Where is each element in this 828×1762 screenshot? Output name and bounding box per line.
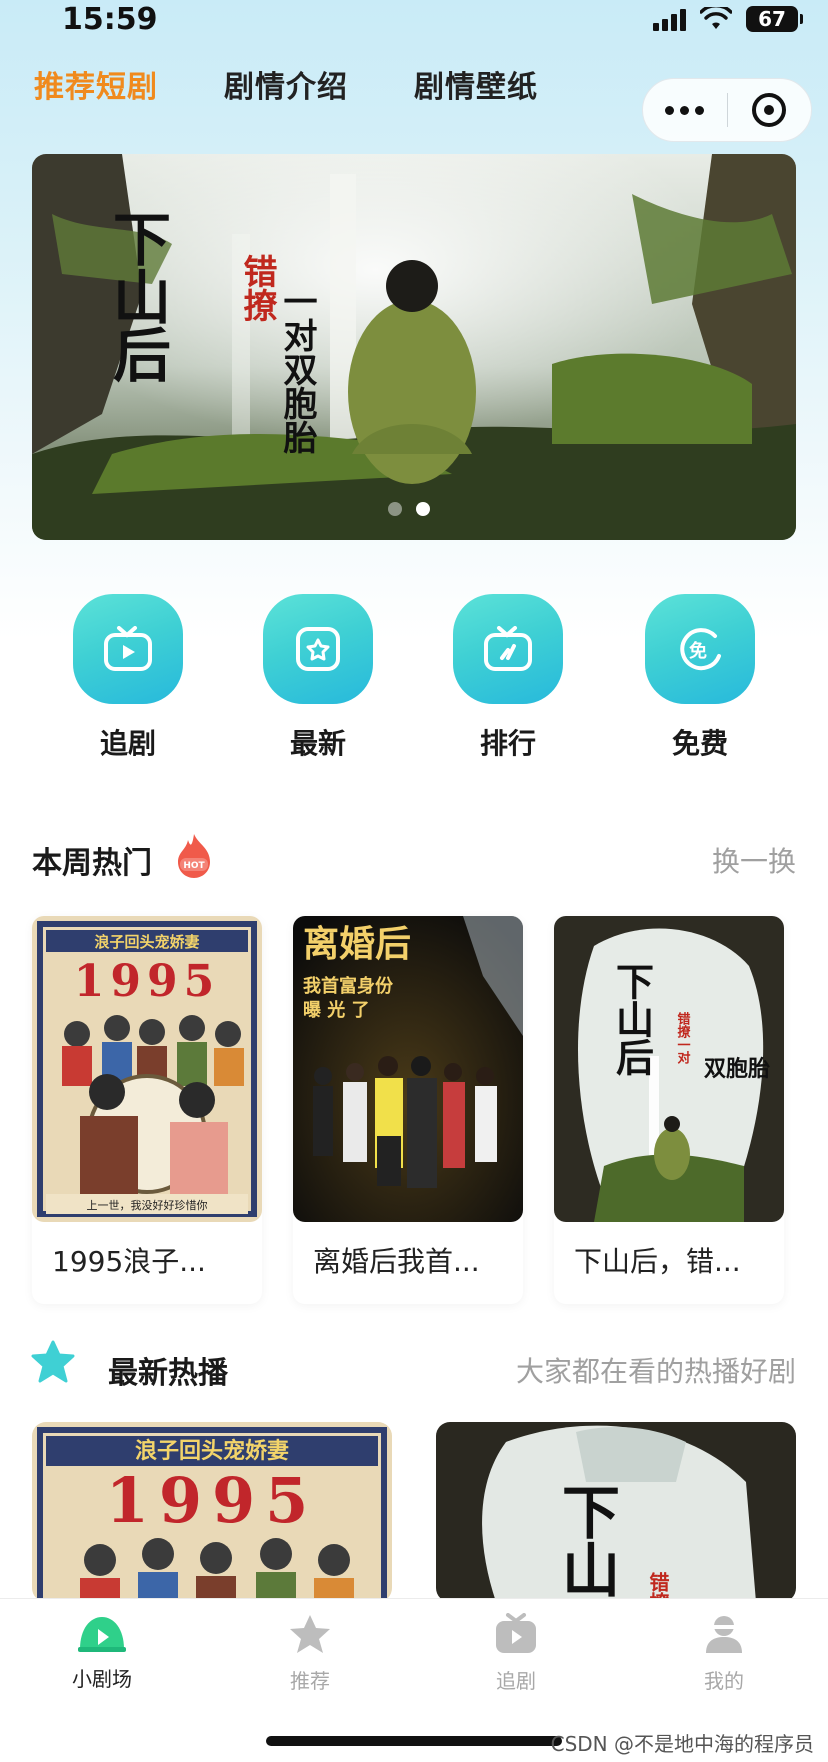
poster-title: 下山后: [552, 1482, 620, 1602]
hot-badge-text: HOT: [183, 861, 205, 871]
shortcut-follow[interactable]: 追剧: [48, 594, 208, 762]
carousel-dot-active[interactable]: [416, 502, 430, 516]
top-tabs: 推荐短剧 剧情介绍 剧情壁纸: [34, 62, 538, 106]
drama-title: 下山后，错...: [574, 1245, 741, 1278]
tab-label: 小剧场: [72, 1667, 132, 1691]
battery-level: 67: [758, 7, 786, 31]
hot-fire-icon: HOT: [178, 834, 210, 878]
drama-poster: 浪子回头宠娇妻 1995 上一世，我没好好珍惜你: [32, 916, 262, 1222]
user-icon: [706, 1616, 742, 1653]
poster-tagline: 浪子回头宠娇妻: [135, 1438, 289, 1464]
drama-card-large[interactable]: 下山后 错撩: [436, 1422, 796, 1602]
hot-section-title: 本周热门: [32, 846, 152, 881]
drama-card[interactable]: 离婚后 我首富身份 曝 光 了 离婚后我首...: [293, 916, 523, 1304]
new-section-subtitle: 大家都在看的热播好剧: [515, 1355, 796, 1388]
shortcut-label: 追剧: [99, 727, 156, 760]
theater-icon: [78, 1617, 126, 1652]
banner-subtitle-red: 错撩: [237, 254, 277, 322]
tab-follow-bottom[interactable]: 追剧: [456, 1613, 576, 1694]
tab-recommend-bottom[interactable]: 推荐: [250, 1613, 370, 1694]
tv-play-icon: [73, 594, 183, 704]
wifi-icon: [700, 7, 732, 29]
tab-label: 推荐: [290, 1669, 330, 1693]
poster-tagline: 浪子回头宠娇妻: [94, 933, 199, 951]
poster-title: 下山后: [610, 962, 655, 1077]
poster-year: 1995: [106, 1464, 319, 1537]
drama-title: 1995浪子...: [52, 1245, 206, 1278]
poster-small: 双胞胎: [704, 1056, 770, 1082]
home-indicator[interactable]: [266, 1736, 562, 1746]
poster-side: 错撩一对: [675, 1011, 691, 1065]
shortcut-label: 最新: [289, 727, 346, 760]
signal-icon: [653, 7, 686, 31]
status-bar: 15:59 67: [0, 0, 828, 44]
tab-label: 我的: [704, 1669, 744, 1693]
status-indicators: 67: [653, 6, 803, 32]
star-box-icon: [263, 594, 373, 704]
more-menu-icon[interactable]: [643, 105, 727, 115]
carousel-dot[interactable]: [388, 502, 402, 516]
drama-card[interactable]: 下山后 错撩一对 双胞胎 下山后，错...: [554, 916, 784, 1304]
banner-image: 下山后 错撩 一对双胞胎: [32, 154, 796, 540]
shortcut-label: 免费: [671, 727, 728, 760]
tab-recommend[interactable]: 推荐短剧: [34, 62, 158, 106]
tab-mine[interactable]: 我的: [664, 1613, 784, 1694]
drama-poster: 下山后 错撩一对 双胞胎: [554, 916, 784, 1222]
tab-plot-intro[interactable]: 剧情介绍: [224, 62, 348, 106]
drama-poster: 离婚后 我首富身份 曝 光 了: [293, 916, 523, 1222]
new-section-title: 最新热播: [108, 1356, 228, 1391]
poster-title: 离婚后: [303, 924, 411, 965]
star-icon: [290, 1615, 330, 1653]
shortcut-label: 排行: [479, 727, 536, 760]
tab-theater[interactable]: 小剧场: [42, 1613, 162, 1692]
banner-subtitle-black: 一对双胞胎: [277, 284, 317, 455]
shortcut-latest[interactable]: 最新: [238, 594, 398, 762]
close-miniprogram-button[interactable]: [728, 93, 812, 127]
watermark-text: CSDN @不是地中海的程序员: [550, 1732, 814, 1756]
battery-icon: 67: [746, 6, 803, 32]
star-icon: [31, 1340, 75, 1383]
tab-plot-wallpaper[interactable]: 剧情壁纸: [414, 62, 538, 106]
shortcut-ranking[interactable]: 排行: [428, 594, 588, 762]
drama-title: 离婚后我首...: [313, 1245, 480, 1278]
drama-card-large[interactable]: 浪子回头宠娇妻 1995: [32, 1422, 392, 1602]
poster-line2: 我首富身份: [303, 975, 394, 997]
refresh-button[interactable]: 换一换: [712, 840, 796, 880]
banner-carousel[interactable]: 下山后 错撩 一对双胞胎: [32, 154, 796, 540]
carousel-indicator: [388, 502, 430, 516]
status-time: 15:59: [62, 2, 158, 37]
tab-label: 追剧: [496, 1669, 536, 1693]
tv-chart-icon: [453, 594, 563, 704]
tv-icon: [496, 1613, 536, 1653]
drama-card[interactable]: 浪子回头宠娇妻 1995 上一世，我没好好珍惜你 1995浪子...: [32, 916, 262, 1304]
target-icon: [752, 93, 787, 127]
poster-year: 1995: [74, 956, 220, 1007]
poster-line3: 曝 光 了: [303, 999, 370, 1021]
poster-caption: 上一世，我没好好珍惜你: [87, 1198, 208, 1212]
miniprogram-capsule: [642, 78, 812, 142]
svg-text:免: 免: [689, 640, 707, 662]
free-badge-icon: 免: [645, 594, 755, 704]
banner-title: 下山后: [103, 209, 171, 383]
shortcut-free[interactable]: 免 免费: [620, 594, 780, 762]
